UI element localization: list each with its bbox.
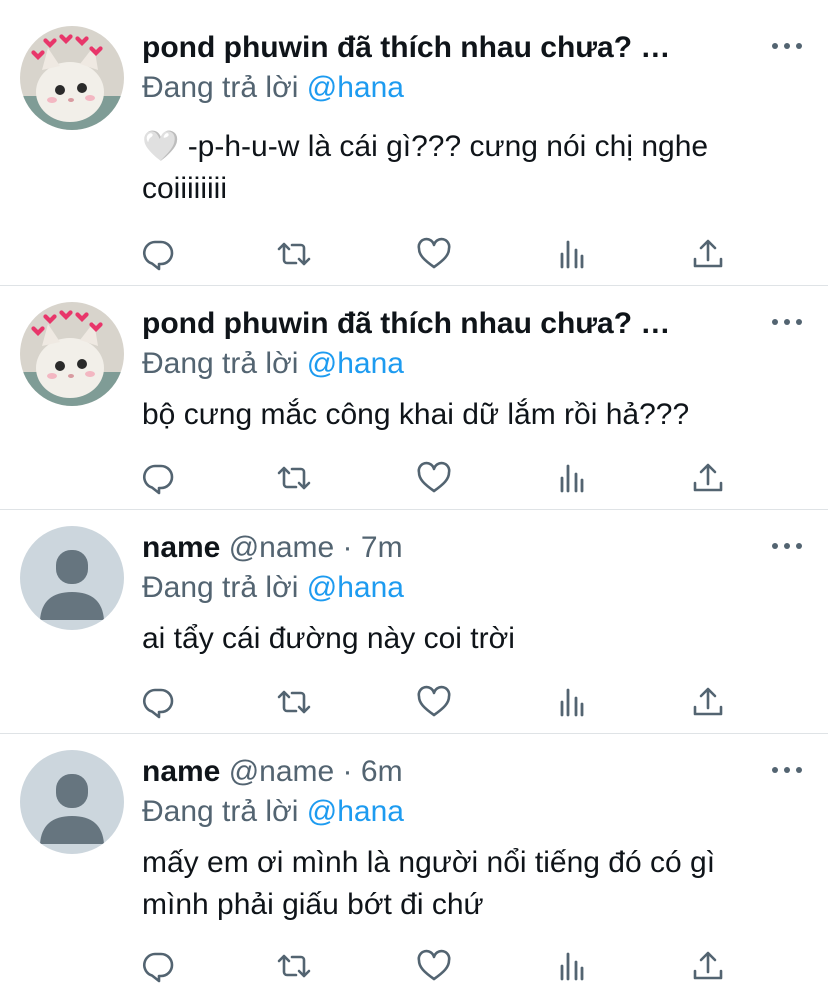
mention-link[interactable]: @hana — [307, 71, 404, 104]
separator: · — [334, 755, 361, 788]
tweet-text-line: bộ cưng mắc công khai dữ lắm rồi hả??? — [142, 398, 690, 431]
separator: · — [334, 531, 361, 564]
more-options-icon[interactable] — [772, 536, 802, 556]
user-handle[interactable]: @name — [229, 755, 335, 788]
replying-to-label: Đang trả lời — [142, 571, 307, 604]
action-bar — [140, 684, 740, 720]
retweet-icon[interactable] — [276, 948, 312, 984]
tweet-1[interactable]: pond phuwin đã thích nhau chưa? … Đang t… — [0, 0, 828, 284]
tweet-text: ai tẩy cái đường này coi trời — [142, 618, 804, 660]
more-options-icon[interactable] — [772, 312, 802, 332]
tweet-header: name @name · 6m — [142, 754, 768, 790]
avatar-default-user[interactable] — [20, 750, 124, 854]
tweet-text-line: 🤍 -p-h-u-w là cái gì??? cưng nói chị ngh… — [142, 130, 709, 163]
share-icon[interactable] — [690, 948, 726, 984]
tweet-2[interactable]: pond phuwin đã thích nhau chưa? … Đang t… — [0, 286, 828, 508]
retweet-icon[interactable] — [276, 460, 312, 496]
replying-to-label: Đang trả lời — [142, 795, 307, 828]
tweet-4[interactable]: name @name · 6m Đang trả lời @hana mấy e… — [0, 734, 828, 987]
like-icon[interactable] — [416, 236, 452, 272]
mention-link[interactable]: @hana — [307, 795, 404, 828]
analytics-icon[interactable] — [554, 948, 590, 984]
replying-to-label: Đang trả lời — [142, 347, 307, 380]
action-bar — [140, 236, 740, 272]
tweet-text-line: mấy em ơi mình là người nổi tiếng đó có … — [142, 846, 716, 879]
avatar-default-user[interactable] — [20, 526, 124, 630]
user-handle[interactable]: @name — [229, 531, 335, 564]
avatar-cat-with-hearts[interactable] — [20, 302, 124, 406]
reply-icon[interactable] — [140, 236, 176, 272]
tweet-header: pond phuwin đã thích nhau chưa? … — [142, 306, 768, 342]
share-icon[interactable] — [690, 460, 726, 496]
replying-to-label: Đang trả lời — [142, 71, 307, 104]
like-icon[interactable] — [416, 460, 452, 496]
reply-icon[interactable] — [140, 460, 176, 496]
like-icon[interactable] — [416, 948, 452, 984]
action-bar — [140, 948, 740, 984]
reply-icon[interactable] — [140, 684, 176, 720]
retweet-icon[interactable] — [276, 236, 312, 272]
timestamp[interactable]: 6m — [361, 755, 403, 788]
tweet-text-line: ai tẩy cái đường này coi trời — [142, 622, 515, 655]
tweet-text: bộ cưng mắc công khai dữ lắm rồi hả??? — [142, 394, 804, 436]
tweet-text: mấy em ơi mình là người nổi tiếng đó có … — [142, 842, 804, 926]
tweet-3[interactable]: name @name · 7m Đang trả lời @hana ai tẩ… — [0, 510, 828, 733]
action-bar — [140, 460, 740, 496]
avatar-cat-with-hearts[interactable] — [20, 26, 124, 130]
tweet-header: pond phuwin đã thích nhau chưa? … — [142, 30, 768, 66]
display-name[interactable]: pond phuwin đã thích nhau chưa? … — [142, 307, 670, 340]
retweet-icon[interactable] — [276, 684, 312, 720]
analytics-icon[interactable] — [554, 684, 590, 720]
tweet-text-line: coiiiiiiii — [142, 172, 228, 205]
replying-to: Đang trả lời @hana — [142, 570, 404, 606]
tweet-text-line: mình phải giấu bớt đi chứ — [142, 888, 484, 921]
analytics-icon[interactable] — [554, 236, 590, 272]
more-options-icon[interactable] — [772, 760, 802, 780]
share-icon[interactable] — [690, 684, 726, 720]
display-name[interactable]: name — [142, 755, 220, 788]
replying-to: Đang trả lời @hana — [142, 346, 404, 382]
mention-link[interactable]: @hana — [307, 571, 404, 604]
mention-link[interactable]: @hana — [307, 347, 404, 380]
reply-icon[interactable] — [140, 948, 176, 984]
reply-feed: pond phuwin đã thích nhau chưa? … Đang t… — [0, 0, 828, 987]
tweet-header: name @name · 7m — [142, 530, 768, 566]
tweet-text: 🤍 -p-h-u-w là cái gì??? cưng nói chị ngh… — [142, 126, 804, 210]
timestamp[interactable]: 7m — [361, 531, 403, 564]
display-name[interactable]: name — [142, 531, 220, 564]
like-icon[interactable] — [416, 684, 452, 720]
display-name[interactable]: pond phuwin đã thích nhau chưa? … — [142, 31, 670, 64]
replying-to: Đang trả lời @hana — [142, 70, 404, 106]
replying-to: Đang trả lời @hana — [142, 794, 404, 830]
share-icon[interactable] — [690, 236, 726, 272]
more-options-icon[interactable] — [772, 36, 802, 56]
analytics-icon[interactable] — [554, 460, 590, 496]
